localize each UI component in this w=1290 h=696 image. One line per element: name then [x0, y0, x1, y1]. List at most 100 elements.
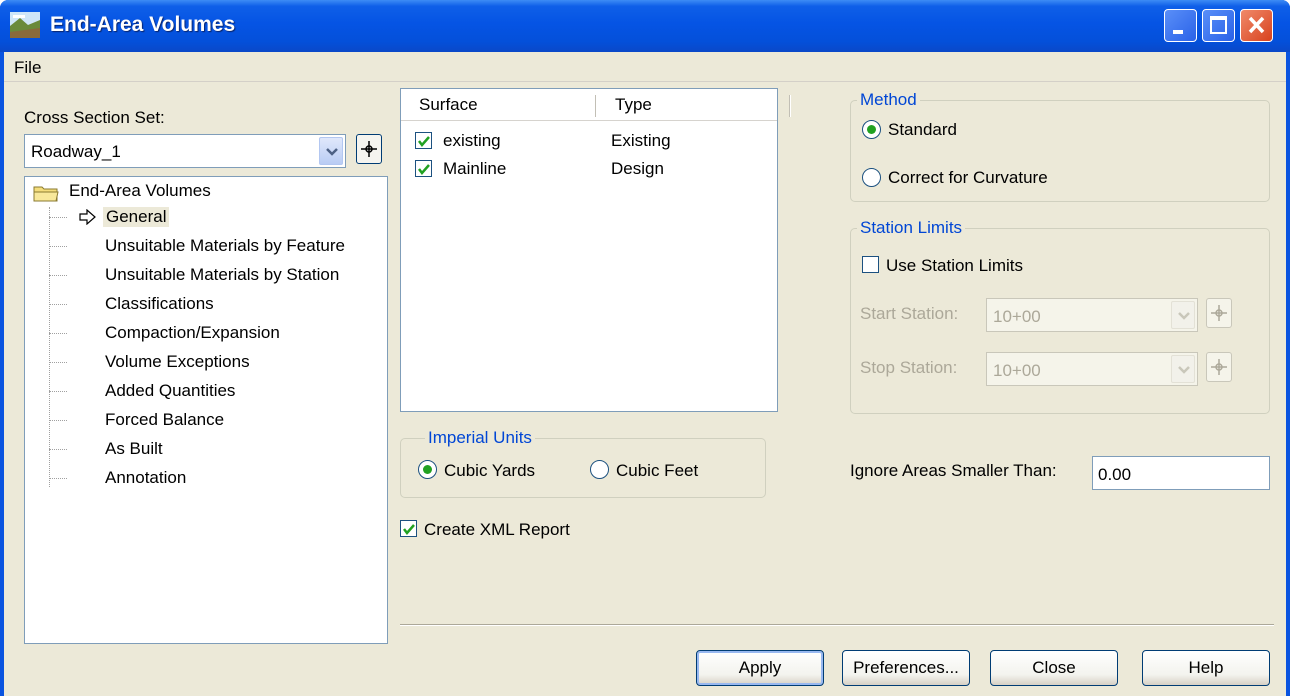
- tree-item-label: Annotation: [105, 468, 187, 487]
- tree-item[interactable]: Added Quantities: [49, 381, 235, 401]
- tree-item[interactable]: General: [49, 207, 170, 227]
- column-divider[interactable]: [789, 95, 791, 117]
- close-button[interactable]: Close: [990, 650, 1118, 686]
- surfaces-list[interactable]: Surface Type existing Existing Mainline Des…: [400, 88, 791, 412]
- dropdown-arrow[interactable]: [319, 137, 343, 165]
- tree-item-label: Added Quantities: [105, 381, 236, 400]
- correct-curvature-label[interactable]: Correct for Curvature: [888, 168, 1048, 188]
- tree-item[interactable]: Forced Balance: [49, 410, 224, 430]
- surface-row[interactable]: existing Existing: [401, 131, 777, 155]
- surface-name: Mainline: [443, 159, 507, 178]
- pick-stop-station-button[interactable]: [1206, 352, 1232, 382]
- tree-item-label: Compaction/Expansion: [105, 323, 280, 342]
- close-window-button[interactable]: [1240, 9, 1273, 42]
- folder-icon: [33, 186, 59, 202]
- correct-curvature-radio[interactable]: [862, 168, 881, 187]
- tree-item-label: Unsuitable Materials by Feature: [105, 236, 346, 255]
- cubic-yards-label[interactable]: Cubic Yards: [444, 461, 535, 481]
- tree-branch: [49, 304, 67, 306]
- standard-label[interactable]: Standard: [888, 120, 957, 140]
- surface-row[interactable]: Mainline Design: [401, 159, 777, 183]
- bottom-separator: [400, 624, 1274, 626]
- pick-start-station-button[interactable]: [1206, 298, 1232, 328]
- start-station-value: 10+00: [993, 307, 1041, 326]
- navigation-tree[interactable]: End-Area Volumes General Unsuitable Mater…: [24, 176, 388, 644]
- tree-item-label: General: [103, 207, 170, 227]
- title-bar[interactable]: End-Area Volumes: [0, 0, 1290, 52]
- stop-station-value: 10+00: [993, 361, 1041, 380]
- check-icon: [403, 524, 415, 535]
- crosshair-icon: [1211, 359, 1227, 375]
- tree-branch: [49, 449, 67, 451]
- start-station-dropdown[interactable]: 10+00: [986, 298, 1198, 332]
- method-title: Method: [857, 90, 920, 110]
- tree-item[interactable]: Classifications: [49, 294, 214, 314]
- tree-branch: [49, 362, 67, 364]
- ignore-areas-input[interactable]: 0.00: [1092, 456, 1270, 490]
- dialog-window: End-Area Volumes File Cross Section Set:…: [0, 0, 1290, 696]
- surface-checkbox[interactable]: [415, 160, 432, 177]
- check-icon: [418, 164, 430, 175]
- apply-button[interactable]: Apply: [696, 650, 824, 686]
- minimize-icon: [1173, 30, 1183, 34]
- cubic-feet-label[interactable]: Cubic Feet: [616, 461, 698, 481]
- cubic-yards-radio[interactable]: [418, 460, 437, 479]
- xml-report-label[interactable]: Create XML Report: [424, 520, 570, 540]
- use-station-limits-checkbox[interactable]: [862, 256, 879, 273]
- preferences-button[interactable]: Preferences...: [842, 650, 970, 686]
- ignore-areas-label: Ignore Areas Smaller Than:: [850, 461, 1057, 480]
- column-header-type[interactable]: Type: [615, 95, 652, 115]
- station-limits-title: Station Limits: [857, 218, 966, 238]
- ignore-areas-value: 0.00: [1098, 465, 1132, 484]
- tree-item[interactable]: Unsuitable Materials by Station: [49, 265, 339, 285]
- column-divider[interactable]: [595, 95, 597, 117]
- stop-station-label: Stop Station:: [860, 358, 958, 377]
- xml-report-checkbox[interactable]: [400, 520, 417, 537]
- tree-branch: [49, 246, 67, 248]
- cubic-feet-radio[interactable]: [590, 460, 609, 479]
- tree-item-label: Classifications: [105, 294, 214, 313]
- cross-section-dropdown[interactable]: Roadway_1: [24, 134, 346, 168]
- tree-item[interactable]: Compaction/Expansion: [49, 323, 280, 343]
- tree-item[interactable]: Annotation: [49, 468, 186, 488]
- window-title: End-Area Volumes: [50, 13, 236, 36]
- crosshair-icon: [1211, 305, 1227, 321]
- help-button[interactable]: Help: [1142, 650, 1270, 686]
- surface-type: Existing: [611, 131, 671, 150]
- tree-item[interactable]: As Built: [49, 439, 163, 459]
- column-header-surface[interactable]: Surface: [419, 95, 478, 115]
- dropdown-arrow[interactable]: [1171, 301, 1195, 329]
- surface-checkbox[interactable]: [415, 132, 432, 149]
- tree-branch: [49, 391, 67, 393]
- use-station-limits-label[interactable]: Use Station Limits: [886, 256, 1023, 276]
- menu-file[interactable]: File: [14, 58, 41, 78]
- tree-item[interactable]: Volume Exceptions: [49, 352, 250, 372]
- dropdown-arrow[interactable]: [1171, 355, 1195, 383]
- surface-name: existing: [443, 131, 501, 150]
- standard-radio[interactable]: [862, 120, 881, 139]
- minimize-button[interactable]: [1164, 9, 1197, 42]
- app-icon: [10, 12, 40, 38]
- imperial-units-title: Imperial Units: [425, 428, 535, 448]
- tree-branch: [49, 217, 67, 219]
- check-icon: [418, 136, 430, 147]
- surface-type: Design: [611, 159, 664, 178]
- chevron-down-icon: [326, 148, 338, 156]
- close-icon: [1248, 16, 1265, 34]
- tree-item-label: Forced Balance: [105, 410, 225, 429]
- crosshair-icon: [361, 141, 377, 157]
- maximize-button[interactable]: [1202, 9, 1235, 42]
- tree-item-label: Unsuitable Materials by Station: [105, 265, 340, 284]
- menu-bar: File: [4, 52, 1286, 82]
- start-station-label: Start Station:: [860, 304, 959, 323]
- cross-section-label: Cross Section Set:: [24, 108, 165, 127]
- arrow-right-icon: [79, 209, 96, 225]
- stop-station-dropdown[interactable]: 10+00: [986, 352, 1198, 386]
- tree-root[interactable]: End-Area Volumes: [69, 181, 211, 201]
- tree-item[interactable]: Unsuitable Materials by Feature: [49, 236, 345, 256]
- tree-branch: [49, 333, 67, 335]
- pick-cross-section-button[interactable]: [356, 134, 382, 164]
- maximize-icon: [1210, 16, 1227, 34]
- tree-branch: [49, 420, 67, 422]
- cross-section-value: Roadway_1: [31, 142, 121, 161]
